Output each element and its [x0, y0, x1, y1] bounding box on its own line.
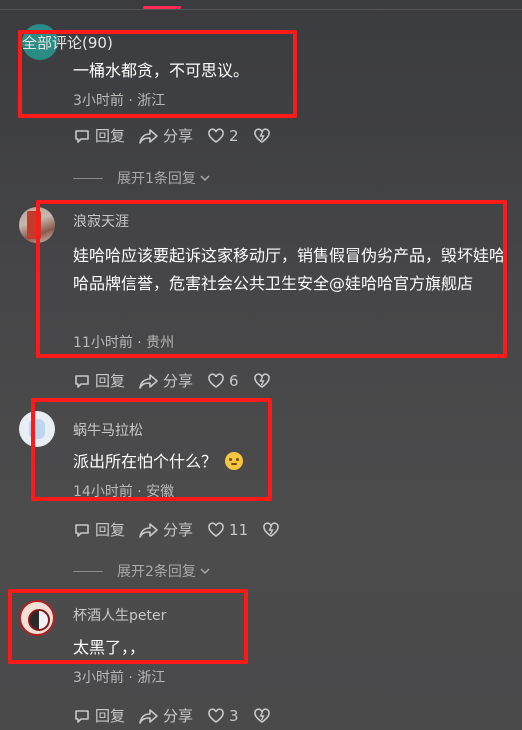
reply-button[interactable]: 回复 [73, 370, 125, 391]
expand-replies-button[interactable]: 展开1条回复 [73, 168, 212, 188]
like-button[interactable]: 2 [207, 127, 239, 145]
share-icon [139, 128, 158, 144]
comment-actions: 回复 分享 11 [73, 519, 298, 540]
comment-actions: 回复 分享 3 [73, 705, 289, 726]
reply-label: 回复 [95, 127, 126, 145]
like-count: 11 [229, 520, 249, 539]
like-button[interactable]: 6 [207, 372, 239, 390]
reply-label: 回复 [95, 707, 126, 725]
share-icon [139, 373, 158, 389]
reply-button[interactable]: 回复 [73, 125, 125, 146]
dislike-button[interactable] [253, 127, 275, 145]
highlight-box [31, 398, 272, 501]
like-button[interactable]: 11 [207, 521, 248, 539]
chevron-down-icon [200, 175, 210, 182]
share-button[interactable]: 分享 [139, 125, 193, 146]
expand-replies-button[interactable]: 展开2条回复 [73, 561, 212, 581]
reply-icon [75, 374, 89, 388]
reply-label: 回复 [95, 372, 126, 390]
share-label: 分享 [163, 521, 194, 539]
heart-icon [208, 372, 224, 388]
comment-meta: 3小时前 · 浙江 [73, 670, 166, 686]
dislike-button[interactable] [253, 372, 275, 390]
share-button[interactable]: 分享 [139, 705, 193, 726]
highlight-box [36, 200, 507, 358]
heart-icon [208, 127, 224, 143]
dislike-heart-icon [253, 372, 270, 388]
reply-label: 回复 [95, 521, 126, 539]
like-count: 2 [229, 126, 239, 145]
like-count: 6 [229, 371, 239, 390]
dislike-button[interactable] [253, 707, 275, 725]
share-icon [139, 522, 158, 538]
tab-indicator [143, 6, 181, 9]
reply-icon [75, 523, 89, 537]
expand-divider [73, 570, 103, 572]
share-label: 分享 [163, 372, 194, 390]
dislike-heart-icon [253, 127, 270, 143]
expand-divider [73, 177, 103, 179]
dislike-heart-icon [253, 707, 270, 723]
reply-button[interactable]: 回复 [73, 519, 125, 540]
heart-icon [208, 521, 224, 537]
expand-label: 展开1条回复 [117, 171, 196, 187]
highlight-box [8, 589, 248, 664]
like-button[interactable]: 3 [207, 707, 239, 725]
share-label: 分享 [163, 127, 194, 145]
dislike-button[interactable] [262, 521, 284, 539]
reply-button[interactable]: 回复 [73, 705, 125, 726]
expand-label: 展开2条回复 [117, 564, 196, 580]
dislike-heart-icon [263, 521, 279, 537]
share-button[interactable]: 分享 [139, 519, 193, 540]
comment-actions: 回复 分享 2 [73, 125, 289, 146]
heart-icon [208, 707, 224, 723]
like-count: 3 [229, 706, 239, 725]
share-label: 分享 [163, 707, 194, 725]
reply-icon [75, 709, 89, 723]
highlight-box [18, 30, 297, 118]
share-button[interactable]: 分享 [139, 370, 193, 391]
comment-actions: 回复 分享 6 [73, 370, 289, 391]
share-icon [139, 708, 158, 724]
top-divider [0, 9, 522, 10]
reply-icon [75, 129, 89, 143]
chevron-down-icon [200, 568, 210, 575]
